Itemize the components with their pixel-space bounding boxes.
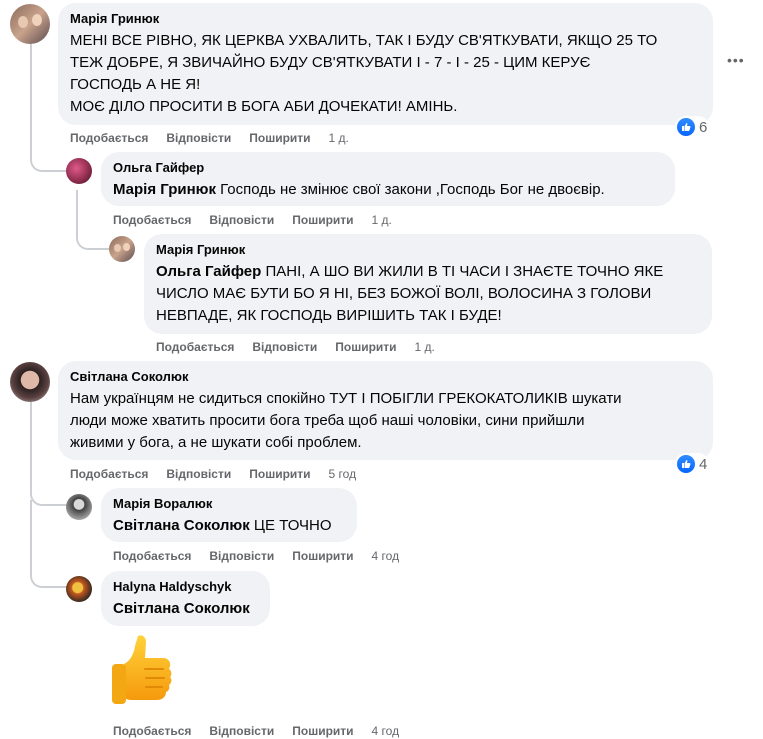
- comment-author[interactable]: Ольга Гайфер: [113, 160, 663, 176]
- comment-text: Світлана Соколюк: [113, 598, 258, 620]
- share-button[interactable]: Поширити: [249, 130, 310, 146]
- comment-text: Марія Гринюк Господь не змінює свої зако…: [113, 181, 605, 198]
- share-button[interactable]: Поширити: [292, 212, 353, 228]
- thread-line: [30, 500, 68, 588]
- like-button[interactable]: Подобається: [113, 548, 191, 564]
- avatar[interactable]: [66, 576, 92, 602]
- like-button[interactable]: Подобається: [113, 723, 191, 739]
- like-button[interactable]: Подобається: [156, 339, 234, 355]
- like-button[interactable]: Подобається: [70, 466, 148, 482]
- comment-actions: Подобається Відповісти Поширити 4 год: [113, 548, 417, 564]
- comment-actions: Подобається Відповісти Поширити 1 д.: [156, 339, 453, 355]
- comment-author[interactable]: Halyna Haldyschyk: [113, 579, 258, 595]
- comment-timestamp[interactable]: 4 год: [372, 723, 400, 739]
- mention-link[interactable]: Світлана Соколюк: [113, 517, 250, 534]
- comment-actions: Подобається Відповісти Поширити 1 д.: [113, 212, 410, 228]
- comment-timestamp[interactable]: 4 год: [372, 548, 400, 564]
- like-reaction-icon: [677, 118, 695, 136]
- more-options-icon[interactable]: •••: [727, 52, 745, 68]
- share-button[interactable]: Поширити: [249, 466, 310, 482]
- share-button[interactable]: Поширити: [292, 548, 353, 564]
- comment-bubble: Halyna Haldyschyk Світлана Соколюк: [101, 571, 270, 626]
- avatar[interactable]: [10, 4, 50, 44]
- comment-bubble: Ольга Гайфер Марія Гринюк Господь не змі…: [101, 152, 675, 206]
- comment-actions: Подобається Відповісти Поширити 1 д.: [70, 130, 367, 146]
- avatar[interactable]: [66, 158, 92, 184]
- reply-button[interactable]: Відповісти: [166, 466, 231, 482]
- like-reaction-icon: [677, 455, 695, 473]
- avatar[interactable]: [66, 494, 92, 520]
- comment-bubble: Світлана Соколюк Нам українцям не сидить…: [58, 361, 713, 460]
- reaction-count-value: 6: [699, 118, 708, 136]
- comment-timestamp[interactable]: 1 д.: [329, 130, 349, 146]
- reaction-count[interactable]: 4: [675, 453, 710, 475]
- like-button[interactable]: Подобається: [70, 130, 148, 146]
- comment-text: Світлана Соколюк ЦЕ ТОЧНО: [113, 517, 332, 534]
- reply-button[interactable]: Відповісти: [166, 130, 231, 146]
- reaction-count[interactable]: 6: [675, 116, 710, 138]
- mention-link[interactable]: Марія Гринюк: [113, 181, 216, 198]
- reply-button[interactable]: Відповісти: [252, 339, 317, 355]
- reply-button[interactable]: Відповісти: [209, 723, 274, 739]
- reply-button[interactable]: Відповісти: [209, 548, 274, 564]
- comment-bubble: Марія Гринюк МЕНІ ВСЕ РІВНО, ЯК ЦЕРКВА У…: [58, 3, 713, 125]
- comment-author[interactable]: Марія Воралюк: [113, 496, 345, 512]
- reaction-count-value: 4: [699, 455, 708, 473]
- comment-text: Нам українцям не сидиться спокійно ТУТ І…: [70, 390, 622, 451]
- comment-author[interactable]: Марія Гринюк: [70, 11, 701, 27]
- comment-timestamp[interactable]: 1 д.: [415, 339, 435, 355]
- comment-actions: Подобається Відповісти Поширити 5 год: [70, 466, 374, 482]
- comment-text: Ольга Гайфер ПАНІ, А ШО ВИ ЖИЛИ В ТІ ЧАС…: [156, 263, 664, 324]
- reply-button[interactable]: Відповісти: [209, 212, 274, 228]
- like-button[interactable]: Подобається: [113, 212, 191, 228]
- mention-link[interactable]: Світлана Соколюк: [113, 600, 250, 617]
- comment-timestamp[interactable]: 5 год: [329, 466, 357, 482]
- avatar[interactable]: [10, 362, 50, 402]
- share-button[interactable]: Поширити: [335, 339, 396, 355]
- comment-author[interactable]: Марія Гринюк: [156, 242, 700, 258]
- thumbs-up-icon: [108, 632, 178, 708]
- comment-bubble: Марія Гринюк Ольга Гайфер ПАНІ, А ШО ВИ …: [144, 234, 712, 334]
- mention-link[interactable]: Ольга Гайфер: [156, 263, 261, 280]
- comment-actions: Подобається Відповісти Поширити 4 год: [113, 723, 417, 739]
- comment-timestamp[interactable]: 1 д.: [372, 212, 392, 228]
- comment-bubble: Марія Воралюк Світлана Соколюк ЦЕ ТОЧНО: [101, 488, 357, 542]
- share-button[interactable]: Поширити: [292, 723, 353, 739]
- avatar[interactable]: [109, 236, 135, 262]
- comment-author[interactable]: Світлана Соколюк: [70, 369, 701, 385]
- comment-text: МЕНІ ВСЕ РІВНО, ЯК ЦЕРКВА УХВАЛИТЬ, ТАК …: [70, 32, 658, 115]
